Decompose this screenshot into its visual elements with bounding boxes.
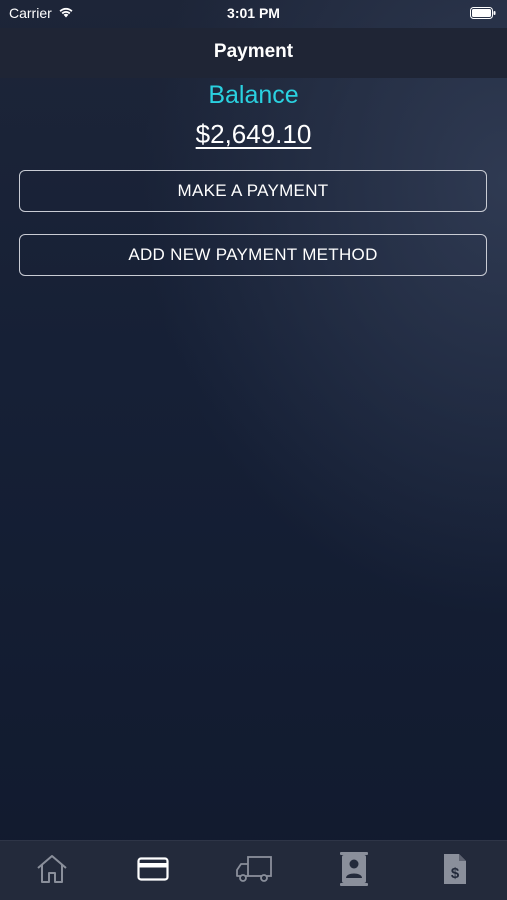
add-payment-method-button[interactable]: ADD NEW PAYMENT METHOD bbox=[19, 234, 487, 276]
page-title: Payment bbox=[213, 41, 294, 62]
tab-contacts[interactable] bbox=[324, 847, 384, 891]
battery-icon bbox=[470, 6, 496, 19]
home-icon bbox=[35, 853, 69, 885]
invoice-dollar-icon: $ bbox=[441, 852, 469, 886]
navigation-bar: Payment bbox=[0, 28, 507, 78]
contact-book-icon bbox=[338, 851, 370, 887]
status-time: 3:01 PM bbox=[227, 5, 280, 21]
balance-label: Balance bbox=[208, 81, 299, 109]
svg-text:$: $ bbox=[451, 865, 460, 882]
tab-invoices[interactable]: $ bbox=[425, 847, 485, 891]
credit-card-icon bbox=[137, 857, 169, 881]
tab-home[interactable] bbox=[22, 847, 82, 891]
status-bar: Carrier 3:01 PM bbox=[0, 0, 507, 28]
truck-icon bbox=[235, 854, 273, 884]
make-payment-button[interactable]: MAKE A PAYMENT bbox=[19, 170, 487, 212]
tab-bar: $ bbox=[0, 840, 507, 900]
tab-payment[interactable] bbox=[123, 847, 183, 891]
balance-amount-link[interactable]: $2,649.10 bbox=[0, 119, 507, 150]
tab-delivery[interactable] bbox=[224, 847, 284, 891]
